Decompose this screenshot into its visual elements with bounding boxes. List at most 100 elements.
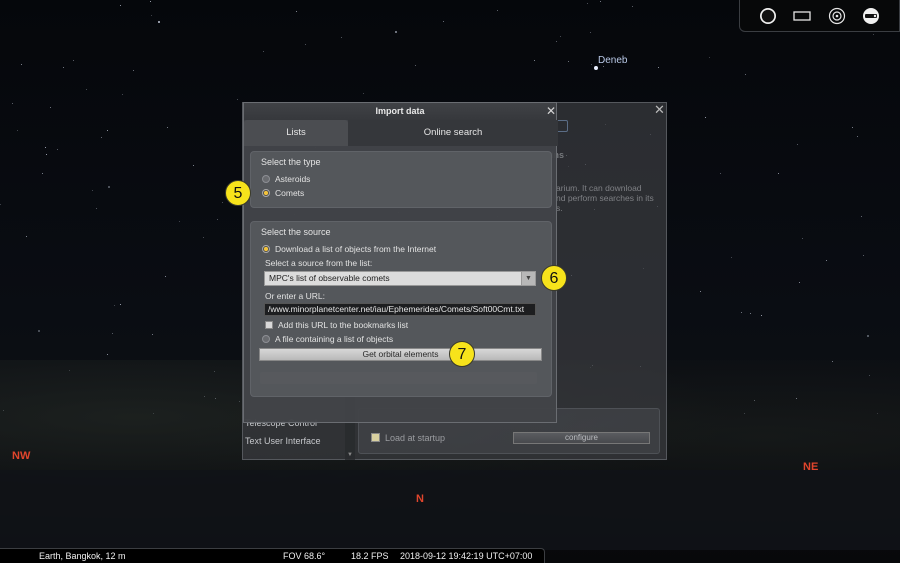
star [395,31,397,33]
close-icon[interactable]: ✕ [654,102,665,118]
star [534,60,535,61]
star [46,154,47,155]
star [797,144,798,145]
star [826,260,827,261]
plugin-list: Telescope Control Text User Interface [242,418,346,454]
cardinal-n: N [416,493,424,505]
plugin-description: arium. It can download nd perform search… [556,183,654,213]
get-orbital-elements-button[interactable]: Get orbital elements [259,348,542,361]
dialog-title: Import data [244,103,556,120]
star [700,291,701,292]
callout-badge-7: 7 [449,341,475,367]
comets-radio[interactable] [262,189,270,197]
download-label[interactable]: Download a list of objects from the Inte… [275,244,436,254]
star [720,173,721,174]
star [101,137,102,138]
star [73,60,74,61]
star [741,312,742,313]
datetime-text[interactable]: 2018-09-12 19:42:19 UTC+07:00 [400,551,532,561]
star [709,57,710,58]
star [222,202,223,203]
fullscreen-icon[interactable] [793,7,811,25]
star [42,173,43,174]
star [150,1,151,2]
chevron-down-icon[interactable]: ▼ [521,272,535,285]
star [497,10,498,11]
star [745,74,746,75]
star [867,335,869,337]
url-input[interactable]: /www.minorplanetcenter.net/iau/Ephemerid… [264,303,536,316]
star [203,237,204,238]
telescope-icon[interactable] [862,7,880,25]
star [122,94,123,95]
star [857,136,858,137]
star [263,51,264,52]
configure-button[interactable]: configure [513,432,650,444]
location-text[interactable]: Earth, Bangkok, 12 m [39,551,126,561]
tab-online-search[interactable]: Online search [348,120,558,146]
plugin-item-text-user-interface[interactable]: Text User Interface [242,436,346,446]
load-at-startup-checkbox[interactable] [371,433,380,442]
asteroids-radio[interactable] [262,175,270,183]
bookmark-label[interactable]: Add this URL to the bookmarks list [278,320,408,330]
night-mode-icon[interactable] [759,7,777,25]
star [590,32,591,33]
star [305,44,306,45]
star [108,186,110,188]
star [96,208,97,209]
file-radio[interactable] [262,335,270,343]
star [852,127,853,128]
star [38,330,40,332]
star [63,67,64,68]
star [151,15,152,16]
load-at-startup-label: Load at startup [385,433,446,443]
star [12,103,13,104]
star [296,11,297,12]
star [861,216,862,217]
star [92,190,93,191]
asteroids-label[interactable]: Asteroids [275,174,310,184]
star [632,6,633,7]
star [603,66,604,67]
fov-text: FOV 68.6° [283,551,326,561]
star [591,64,592,65]
file-label[interactable]: A file containing a list of objects [275,334,393,344]
star [179,221,180,222]
target-icon[interactable] [828,7,846,25]
progress-area [260,372,537,384]
url-label: Or enter a URL: [265,291,325,301]
star [107,130,108,131]
star [193,165,194,166]
star [568,61,569,62]
star [802,238,803,239]
cardinal-nw: NW [12,450,31,462]
star [167,127,168,128]
callout-badge-5: 5 [225,180,251,206]
status-bar: Earth, Bangkok, 12 m FOV 68.6° 18.2 FPS … [0,548,545,563]
bookmark-checkbox[interactable] [265,321,273,329]
star [217,219,218,220]
star [415,65,416,66]
source-select[interactable]: MPC's list of observable comets ▼ [264,271,536,286]
source-group-title: Select the source [261,227,331,237]
type-group-title: Select the type [261,157,321,167]
scroll-down-icon[interactable]: ▼ [347,452,353,458]
star-label-deneb[interactable]: Deneb [598,55,627,66]
star [0,204,1,205]
star [165,276,166,277]
star [45,147,46,148]
comets-label[interactable]: Comets [275,188,304,198]
star [560,36,561,37]
star [158,21,160,23]
star [658,67,659,68]
star-deneb[interactable] [594,66,598,70]
star [443,21,444,22]
top-toolbar [739,0,900,32]
star [587,3,588,4]
star [237,99,238,100]
close-icon[interactable]: ✕ [546,104,556,118]
download-radio[interactable] [262,245,270,253]
select-source-label: Select a source from the list: [265,258,373,268]
star [112,333,113,334]
tab-lists[interactable]: Lists [244,120,348,146]
